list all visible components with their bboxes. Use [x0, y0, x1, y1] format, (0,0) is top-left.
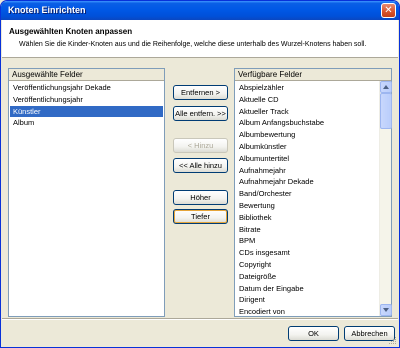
- ok-button[interactable]: OK: [288, 326, 339, 341]
- list-item[interactable]: Album Anfangsbuchstabe: [236, 117, 378, 129]
- list-item[interactable]: BPM: [236, 235, 378, 247]
- remove-button[interactable]: Entfernen >: [173, 85, 228, 100]
- vertical-scrollbar[interactable]: [379, 81, 392, 316]
- scroll-up-button[interactable]: [380, 81, 392, 93]
- scroll-down-button[interactable]: [380, 304, 392, 316]
- available-fields-heading: Verfügbare Felder: [235, 69, 391, 81]
- list-item[interactable]: Aufnahmejahr Dekade: [236, 176, 378, 188]
- footer-divider: [2, 318, 398, 320]
- list-item[interactable]: Veröffentlichungsjahr Dekade: [10, 82, 163, 94]
- add-button[interactable]: < Hinzu: [173, 138, 228, 153]
- list-item[interactable]: Bewertung: [236, 200, 378, 212]
- scroll-thumb[interactable]: [380, 93, 392, 129]
- close-icon: ✕: [384, 5, 393, 16]
- list-item[interactable]: Copyright: [236, 259, 378, 271]
- selected-fields-list[interactable]: Ausgewählte Felder Veröffentlichungsjahr…: [8, 68, 165, 317]
- list-item[interactable]: Datum der Eingabe: [236, 283, 378, 295]
- list-item[interactable]: Album: [10, 117, 163, 129]
- remove-all-button[interactable]: Alle entfern. >>: [173, 106, 228, 121]
- list-item[interactable]: Albumbewertung: [236, 129, 378, 141]
- available-fields-items: Abspielzähler Aktuelle CD Aktueller Track A…: [236, 82, 378, 316]
- title-bar[interactable]: Knoten Einrichten ✕: [1, 1, 399, 20]
- list-item[interactable]: Aktueller Track: [236, 106, 378, 118]
- list-item[interactable]: Aufnahmejahr: [236, 165, 378, 177]
- list-item[interactable]: Veröffentlichungsjahr: [10, 94, 163, 106]
- list-item[interactable]: Künstler: [10, 105, 163, 118]
- move-up-button[interactable]: Höher: [173, 190, 228, 205]
- selected-fields-heading: Ausgewählte Felder: [9, 69, 164, 81]
- resize-grip-icon[interactable]: [387, 335, 397, 345]
- list-item[interactable]: Aktuelle CD: [236, 94, 378, 106]
- list-item[interactable]: Band/Orchester: [236, 188, 378, 200]
- move-down-button[interactable]: Tiefer: [173, 209, 228, 224]
- list-item[interactable]: Abspielzähler: [236, 82, 378, 94]
- add-all-button[interactable]: << Alle hinzu: [173, 158, 228, 173]
- dialog-header: Ausgewählten Knoten anpassen Wählen Sie …: [2, 20, 398, 58]
- list-item[interactable]: CDs insgesamt: [236, 247, 378, 259]
- window-title: Knoten Einrichten: [8, 5, 86, 15]
- header-title: Ausgewählten Knoten anpassen: [9, 27, 133, 36]
- list-item[interactable]: Bitrate: [236, 224, 378, 236]
- list-item[interactable]: Encodiert von: [236, 306, 378, 316]
- selected-fields-items: Veröffentlichungsjahr Dekade Veröffentlic…: [10, 82, 163, 129]
- dialog-window: Knoten Einrichten ✕ Ausgewählten Knoten …: [0, 0, 400, 348]
- chevron-up-icon: [383, 85, 389, 89]
- list-item[interactable]: Dateigröße: [236, 271, 378, 283]
- list-item[interactable]: Albumkünstler: [236, 141, 378, 153]
- close-button[interactable]: ✕: [381, 3, 396, 18]
- header-description: Wählen Sie die Kinder-Knoten aus und die…: [19, 41, 367, 48]
- list-item[interactable]: Dirigent: [236, 294, 378, 306]
- list-item[interactable]: Albumuntertitel: [236, 153, 378, 165]
- available-fields-list[interactable]: Verfügbare Felder Abspielzähler Aktuelle …: [234, 68, 392, 317]
- list-item[interactable]: Bibliothek: [236, 212, 378, 224]
- chevron-down-icon: [383, 308, 389, 312]
